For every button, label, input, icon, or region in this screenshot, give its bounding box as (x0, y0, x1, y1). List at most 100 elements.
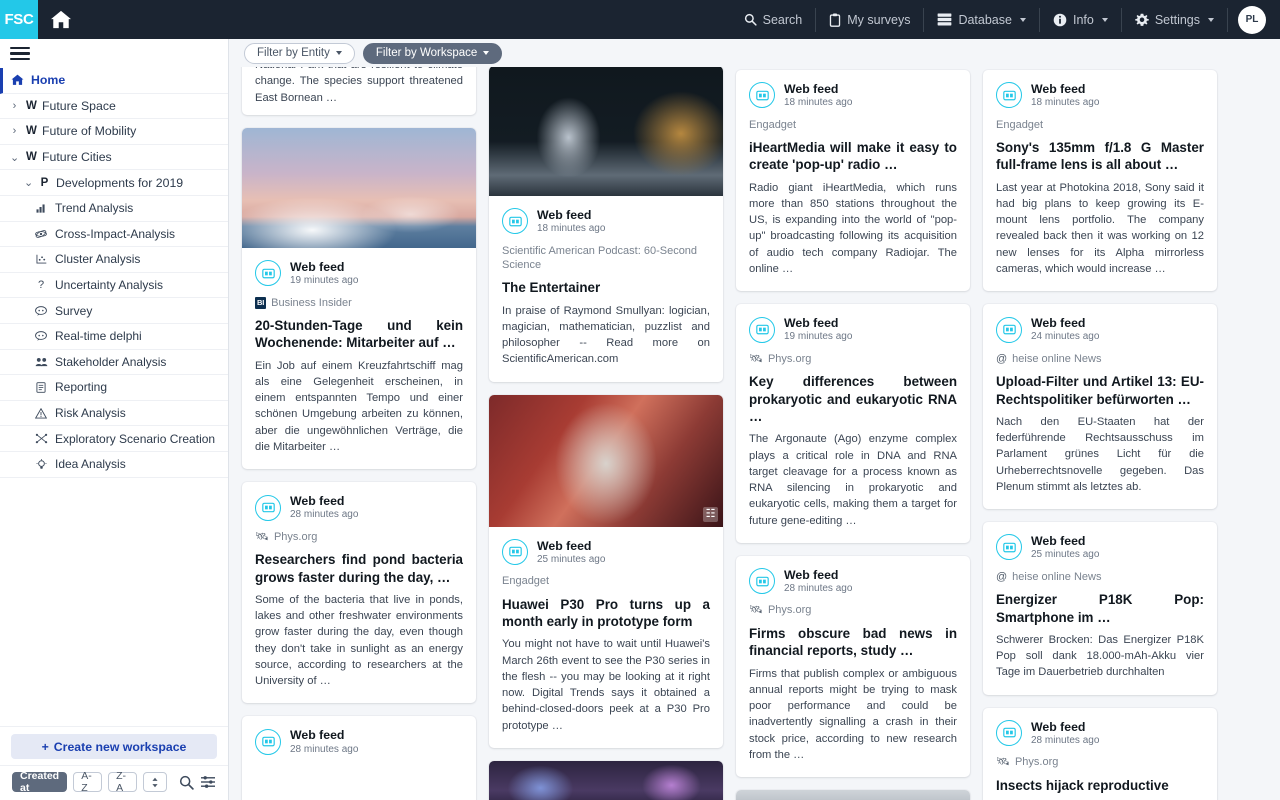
article-source: Engadget (749, 118, 957, 132)
sidebar-item-trend-analysis[interactable]: Trend Analysis (0, 196, 228, 222)
feed-card[interactable]: Web feed 24 minutes ago @ heise online N… (983, 304, 1217, 510)
feed-header: Web feed 28 minutes ago (996, 720, 1204, 747)
sidebar-item-home[interactable]: Home (0, 68, 228, 94)
feed-card[interactable]: Web feed 18 minutes ago Engadget iHeartM… (736, 70, 970, 292)
sidebar-item-idea-analysis[interactable]: Idea Analysis (0, 452, 228, 478)
article-title[interactable]: Insects hijack reproductive (996, 777, 1204, 794)
feed-card[interactable]: Mashable (489, 760, 723, 800)
feed-card[interactable]: Web feed 25 minutes ago @ heise online N… (983, 522, 1217, 695)
top-navigation: Search My surveys Database Info Settings… (731, 0, 1280, 39)
huawei-phone-photo: ☷ (489, 394, 723, 527)
feed-card[interactable]: Web feed 28 minutes ago 🛰 Phys.org Firms… (736, 555, 970, 777)
feed-card[interactable]: Web feed 19 minutes ago BI Business Insi… (242, 128, 476, 470)
sort-az-button[interactable]: A-Z (73, 770, 103, 794)
article-title[interactable]: Sony's 135mm f/1.8 G Master full-frame l… (996, 139, 1204, 174)
sidebar-item-cross-impact-analysis[interactable]: Cross-Impact-Analysis (0, 222, 228, 248)
sidebar-item-risk-analysis[interactable]: Risk Analysis (0, 401, 228, 427)
nav-info[interactable]: Info (1040, 7, 1122, 32)
feed-card[interactable]: Web feed 18 minutes ago Engadget Sony's … (983, 70, 1217, 292)
search-icon[interactable] (179, 775, 194, 790)
question-mark-icon: ? (37, 279, 45, 292)
web-feed-icon (255, 728, 281, 755)
chevron-down-icon[interactable]: ⌄ (24, 176, 33, 189)
feed-card[interactable]: Web feed 28 minutes ago 🛰 Phys.org Resea… (242, 482, 476, 704)
avatar[interactable]: PL (1238, 5, 1266, 34)
sidebar-item-label: Cluster Analysis (55, 252, 141, 267)
sidebar-item-future-of-mobility[interactable]: › W Future of Mobility (0, 119, 228, 145)
hamburger-icon[interactable] (10, 44, 30, 64)
feed-column-1: species native to Indonesia's Kutai Nati… (242, 39, 476, 800)
article-source: @ heise online News (996, 570, 1204, 584)
sidebar-item-label: Future of Mobility (42, 124, 137, 139)
filter-by-workspace-button[interactable]: Filter by Workspace (362, 42, 503, 64)
chevron-right-icon[interactable]: › (10, 125, 19, 137)
chevron-down-icon (335, 51, 342, 55)
feed-column-4: Web feed 18 minutes ago Engadget Sony's … (983, 70, 1217, 800)
sliders-icon[interactable] (200, 775, 216, 789)
article-source: BI Business Insider (255, 296, 463, 310)
atom-icon (34, 229, 48, 239)
sidebar-item-future-cities[interactable]: ⌄ W Future Cities (0, 145, 228, 171)
article-title[interactable]: iHeartMedia will make it easy to create … (749, 139, 957, 174)
feed-card[interactable]: ☷ Web feed 25 minutes ago Engadget Huawe… (489, 394, 723, 748)
nav-my-surveys[interactable]: My surveys (816, 7, 925, 32)
nav-database[interactable]: Database (924, 7, 1040, 32)
article-title[interactable]: Upload-Filter und Artikel 13: EU-Rechtsp… (996, 373, 1204, 408)
speech-bubble-icon (34, 331, 48, 341)
sort-za-button[interactable]: Z-A (108, 770, 137, 794)
document-icon (34, 382, 48, 393)
heise-online-logo: @ (996, 352, 1008, 365)
phys-org-logo: 🛰 (255, 530, 269, 543)
article-title[interactable]: Researchers find pond bacteria grows fas… (255, 551, 463, 586)
sidebar-item-developments-for-2019[interactable]: ⌄ P Developments for 2019 (0, 170, 228, 196)
feed-card[interactable] (736, 789, 970, 800)
article-source: Scientific American Podcast: 60-Second S… (502, 244, 710, 273)
article-title[interactable]: The Entertainer (502, 279, 710, 296)
feed-card[interactable]: Web feed 28 minutes ago 🛰 Phys.org Insec… (983, 707, 1217, 800)
feed-source-type: Web feed (1031, 82, 1086, 96)
sidebar-item-real-time-delphi[interactable]: Real-time delphi (0, 324, 228, 350)
sidebar-item-future-space[interactable]: › W Future Space (0, 94, 228, 120)
sidebar-item-stakeholder-analysis[interactable]: Stakeholder Analysis (0, 350, 228, 376)
sidebar-item-reporting[interactable]: Reporting (0, 375, 228, 401)
article-source-label: Scientific American Podcast: 60-Second S… (502, 244, 698, 271)
feed-source-type: Web feed (784, 82, 839, 96)
sidebar-item-label: Trend Analysis (55, 201, 134, 216)
feed-timestamp: 24 minutes ago (1031, 331, 1100, 343)
article-title[interactable]: Key differences between prokaryotic and … (749, 373, 957, 425)
chevron-down-icon[interactable]: ⌄ (10, 151, 19, 164)
article-body: Schwerer Brocken: Das Energizer P18K Pop… (996, 633, 1204, 679)
article-body: Radio giant iHeartMedia, which runs more… (749, 181, 957, 275)
article-source-label: Engadget (996, 118, 1044, 131)
home-icon[interactable] (38, 0, 84, 39)
web-feed-icon (749, 82, 775, 109)
sidebar-item-exploratory-scenario-creation[interactable]: Exploratory Scenario Creation (0, 426, 228, 452)
article-source-label: heise online News (1012, 352, 1102, 365)
bar-chart-icon (34, 203, 48, 213)
feed-header: Web feed 25 minutes ago (502, 539, 710, 566)
sidebar-item-cluster-analysis[interactable]: Cluster Analysis (0, 247, 228, 273)
app-logo[interactable]: FSC (0, 0, 38, 39)
article-title[interactable]: 20-Stunden-Tage und kein Wochenende: Mit… (255, 317, 463, 352)
article-title[interactable]: Energizer P18K Pop: Smartphone im … (996, 591, 1204, 626)
sidebar-footer: + Create new workspace Created at A-Z Z-… (0, 726, 228, 800)
feed-card[interactable]: Web feed 18 minutes ago Scientific Ameri… (489, 66, 723, 382)
feed-card[interactable]: Web feed 19 minutes ago 🛰 Phys.org Key d… (736, 304, 970, 543)
nav-settings[interactable]: Settings (1122, 7, 1228, 32)
chevron-right-icon[interactable]: › (10, 100, 19, 112)
article-title[interactable]: Firms obscure bad news in financial repo… (749, 625, 957, 660)
workspace-badge: W (26, 125, 37, 138)
article-title[interactable]: Huawei P30 Pro turns up a month early in… (502, 596, 710, 631)
sort-created-at-button[interactable]: Created at (12, 770, 68, 794)
sidebar-item-label: Real-time delphi (55, 329, 142, 344)
sidebar-item-survey[interactable]: Survey (0, 298, 228, 324)
feed-card[interactable]: Web feed 28 minutes ago (242, 716, 476, 800)
create-new-workspace-button[interactable]: + Create new workspace (11, 734, 217, 759)
filter-by-entity-button[interactable]: Filter by Entity (244, 42, 355, 64)
sort-direction-button[interactable] (143, 772, 167, 792)
feed-header: Web feed 28 minutes ago (255, 494, 463, 521)
nav-search[interactable]: Search (731, 7, 817, 32)
sidebar-item-uncertainty-analysis[interactable]: ? Uncertainty Analysis (0, 273, 228, 299)
plus-icon: + (41, 739, 49, 754)
feed-timestamp: 19 minutes ago (784, 331, 853, 343)
